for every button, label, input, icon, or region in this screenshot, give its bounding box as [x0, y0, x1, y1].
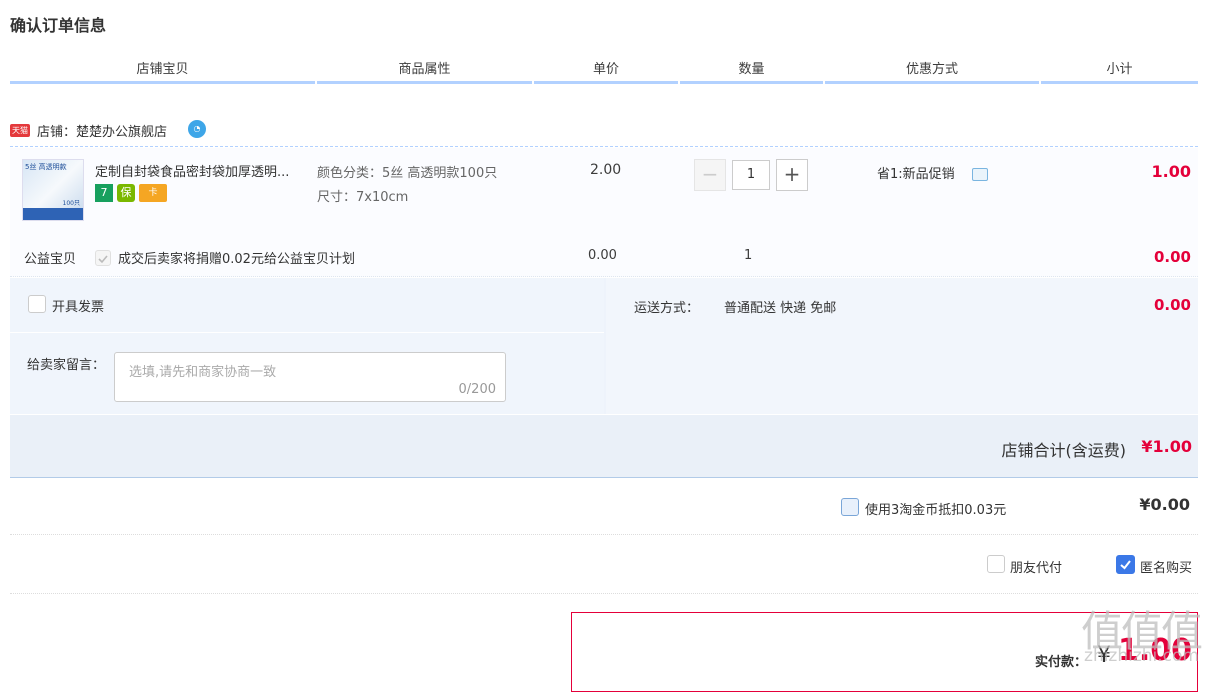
thumbnail-label: 5丝 高透明款 — [25, 163, 67, 171]
message-label: 给卖家留言： — [27, 358, 106, 373]
invoice-checkbox[interactable] — [28, 295, 46, 313]
seven-day-return-icon[interactable]: 7 — [95, 184, 113, 202]
thumbnail-banner — [23, 208, 83, 220]
column-divider — [1041, 81, 1198, 84]
wangwang-chat-icon[interactable]: ◔ — [188, 120, 206, 138]
shop-name-link[interactable]: 店铺：楚楚办公旗舰店 — [37, 121, 167, 140]
anonymous-checkbox[interactable] — [1116, 555, 1135, 574]
column-attributes: 商品属性 — [398, 62, 451, 77]
watermark-url: zhizhizhi.com — [1084, 646, 1199, 666]
shipping-label: 运送方式： — [634, 301, 700, 316]
charity-price: 0.00 — [588, 248, 617, 263]
check-icon — [98, 255, 108, 264]
increase-button[interactable]: + — [776, 159, 808, 191]
pay-options-row: 朋友代付 匿名购买 — [10, 535, 1198, 594]
invoice-row: 开具发票 — [10, 278, 604, 333]
coins-checkbox[interactable] — [841, 498, 859, 516]
column-divider — [825, 81, 1039, 84]
coins-row: 使用3淘金币抵扣0.03元 ¥0.00 — [10, 478, 1198, 535]
invoice-label: 开具发票 — [52, 300, 105, 315]
service-badges: 7保卡 — [95, 184, 171, 203]
decrease-button[interactable]: − — [694, 159, 726, 191]
column-subtotal: 小计 — [1106, 62, 1133, 77]
column-divider — [534, 81, 678, 84]
friend-pay-checkbox[interactable] — [987, 555, 1005, 573]
item-subtotal: 1.00 — [1151, 162, 1191, 181]
charity-checkbox — [95, 250, 111, 266]
options-left: 开具发票 给卖家留言： 选填,请先和商家协商一致 0/200 — [10, 278, 604, 414]
column-divider — [10, 81, 315, 84]
page-title: 确认订单信息 — [10, 16, 107, 35]
order-item: 5丝 高透明款 100只 定制自封袋食品密封袋加厚透明... 7保卡 颜色分类：… — [10, 148, 1198, 277]
shop-total-label: 店铺合计(含运费) — [1001, 441, 1127, 460]
promo-comment-icon[interactable] — [972, 168, 988, 181]
column-quantity: 数量 — [738, 62, 765, 77]
charity-text: 成交后卖家将捐赠0.02元给公益宝贝计划 — [118, 252, 355, 267]
guarantee-icon[interactable]: 保 — [117, 184, 135, 202]
quantity-input[interactable]: 1 — [732, 160, 770, 190]
charity-quantity: 1 — [744, 248, 753, 263]
coins-value: ¥0.00 — [1139, 495, 1190, 514]
column-discount: 优惠方式 — [905, 62, 958, 77]
payment-label: 实付款： — [1035, 655, 1088, 670]
shipping-method: 普通配送 快递 免邮 — [724, 301, 837, 316]
attr-size: 尺寸：7x10cm — [317, 190, 409, 205]
unit-price: 2.00 — [590, 162, 622, 178]
order-options: 开具发票 给卖家留言： 选填,请先和商家协商一致 0/200 运送方式： 普通配… — [10, 278, 1198, 414]
product-name-link[interactable]: 定制自封袋食品密封袋加厚透明... — [95, 161, 310, 180]
shop-total: 店铺合计(含运费) ¥1.00 — [10, 415, 1198, 478]
message-textarea[interactable]: 选填,请先和商家协商一致 0/200 — [114, 352, 506, 402]
product-thumbnail[interactable]: 5丝 高透明款 100只 — [22, 159, 84, 221]
credit-card-icon[interactable]: 卡 — [139, 184, 167, 202]
options-right: 运送方式： 普通配送 快递 免邮 0.00 — [606, 278, 1198, 414]
friend-pay-label: 朋友代付 — [1010, 561, 1063, 576]
anonymous-label: 匿名购买 — [1140, 561, 1193, 576]
column-shop-items: 店铺宝贝 — [136, 62, 189, 77]
column-divider — [317, 81, 532, 84]
column-unit-price: 单价 — [592, 62, 619, 77]
message-counter: 0/200 — [458, 382, 496, 397]
coins-label: 使用3淘金币抵扣0.03元 — [865, 503, 1007, 518]
shop-total-value: ¥1.00 — [1141, 437, 1192, 456]
message-placeholder: 选填,请先和商家协商一致 — [129, 365, 277, 380]
promotion-text: 省1:新品促销 — [877, 167, 955, 182]
column-header: 店铺宝贝 商品属性 单价 数量 优惠方式 小计 — [10, 60, 1198, 84]
check-icon — [1120, 560, 1131, 570]
shop-header: 天猫 店铺：楚楚办公旗舰店 ◔ — [10, 120, 1198, 147]
thumbnail-count: 100只 — [62, 200, 80, 207]
charity-subtotal: 0.00 — [1153, 248, 1191, 266]
tmall-icon: 天猫 — [10, 124, 30, 137]
charity-label: 公益宝贝 — [24, 252, 77, 267]
shipping-fee: 0.00 — [1153, 296, 1191, 314]
attr-color: 颜色分类：5丝 高透明款100只 — [317, 166, 498, 181]
column-divider — [680, 81, 823, 84]
